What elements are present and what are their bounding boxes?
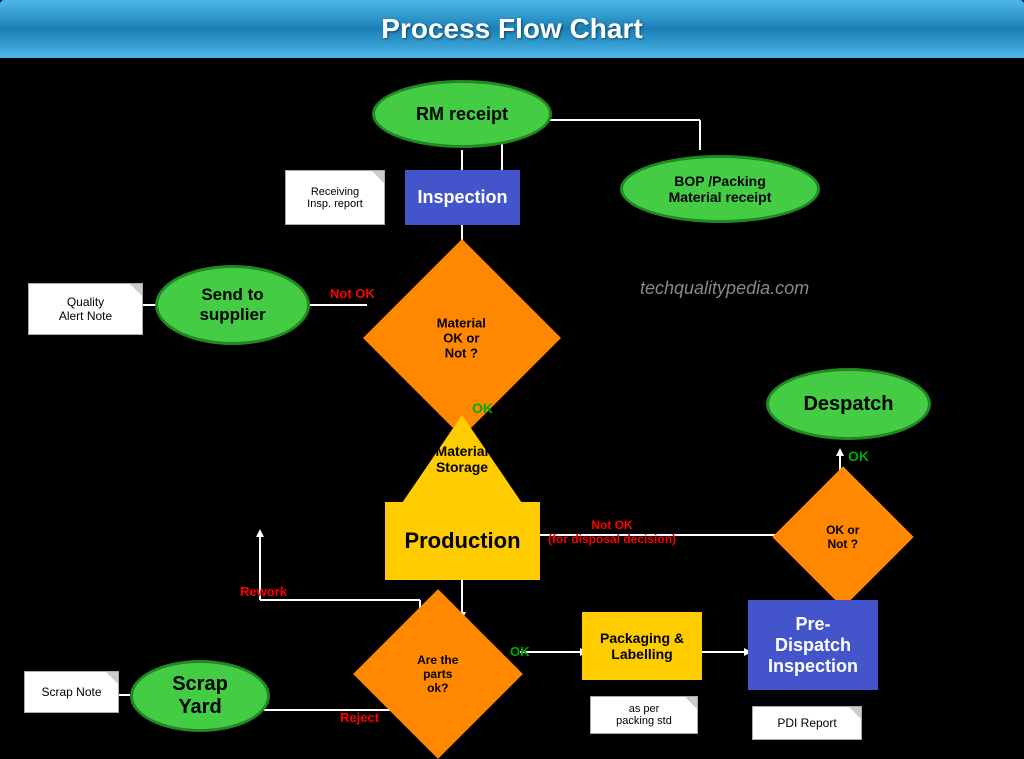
main-container: Process Flow Chart	[0, 0, 1024, 747]
quality-alert-label: QualityAlert Note	[59, 295, 112, 323]
despatch-node: Despatch	[766, 368, 931, 440]
packaging-node: Packaging &Labelling	[582, 612, 702, 680]
pre-dispatch-node: Pre-DispatchInspection	[748, 600, 878, 690]
material-storage-label: MaterialStorage	[412, 443, 512, 475]
send-to-supplier-label: Send tosupplier	[199, 285, 265, 325]
ok-label-despatch: OK	[848, 448, 869, 464]
pdi-report-label: PDI Report	[777, 716, 836, 730]
are-parts-ok-label: Are thepartsok?	[417, 653, 458, 695]
as-per-packing-label: as perpacking std	[616, 703, 672, 727]
material-ok-label: MaterialOK orNot ?	[437, 315, 486, 360]
inspection-label: Inspection	[417, 187, 507, 208]
ok-label-parts: OK	[510, 644, 530, 659]
packaging-label: Packaging &Labelling	[600, 630, 684, 662]
reject-label: Reject	[340, 710, 379, 725]
watermark-text: techqualitypedia.com	[640, 278, 809, 298]
production-node: Production	[385, 502, 540, 580]
rm-receipt-label: RM receipt	[416, 104, 508, 125]
watermark: techqualitypedia.com	[640, 278, 809, 299]
ok-label-1: OK	[472, 400, 493, 416]
rework-label: Rework	[240, 584, 287, 599]
rm-receipt-node: RM receipt	[372, 80, 552, 148]
scrap-note-node: Scrap Note	[24, 671, 119, 713]
despatch-label: Despatch	[803, 393, 893, 416]
scrap-yard-node: ScrapYard	[130, 660, 270, 732]
scrap-yard-label: ScrapYard	[172, 673, 228, 719]
material-ok-node: MaterialOK orNot ?	[363, 239, 561, 437]
inspection-node: Inspection	[405, 170, 520, 225]
header: Process Flow Chart	[0, 0, 1024, 58]
bop-packing-node: BOP /PackingMaterial receipt	[620, 155, 820, 223]
ok-or-not-node: OK orNot ?	[772, 466, 913, 607]
receiving-report-label: ReceivingInsp. report	[307, 186, 363, 210]
page-title: Process Flow Chart	[381, 13, 642, 45]
quality-alert-node: QualityAlert Note	[28, 283, 143, 335]
pdi-report-node: PDI Report	[752, 706, 862, 740]
not-ok-label-1: Not OK	[330, 286, 375, 301]
pre-dispatch-label: Pre-DispatchInspection	[768, 614, 858, 677]
send-to-supplier-node: Send tosupplier	[155, 265, 310, 345]
production-label: Production	[404, 528, 520, 554]
as-per-packing-node: as perpacking std	[590, 696, 698, 734]
receiving-report-node: ReceivingInsp. report	[285, 170, 385, 225]
not-ok-disposal-label: Not OK(for disposal decision)	[548, 518, 676, 546]
ok-or-not-label: OK orNot ?	[826, 523, 859, 551]
are-parts-ok-node: Are thepartsok?	[353, 589, 523, 759]
bop-packing-label: BOP /PackingMaterial receipt	[669, 173, 772, 205]
scrap-note-label: Scrap Note	[41, 685, 101, 699]
